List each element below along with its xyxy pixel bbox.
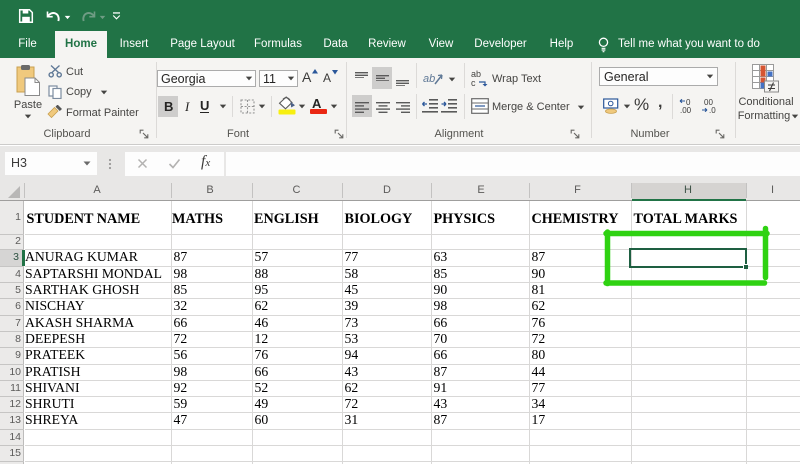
svg-text:ab: ab: [423, 73, 435, 85]
svg-text:.00: .00: [680, 106, 692, 114]
svg-text:c: c: [471, 78, 476, 87]
svg-text:.0: .0: [709, 106, 716, 114]
